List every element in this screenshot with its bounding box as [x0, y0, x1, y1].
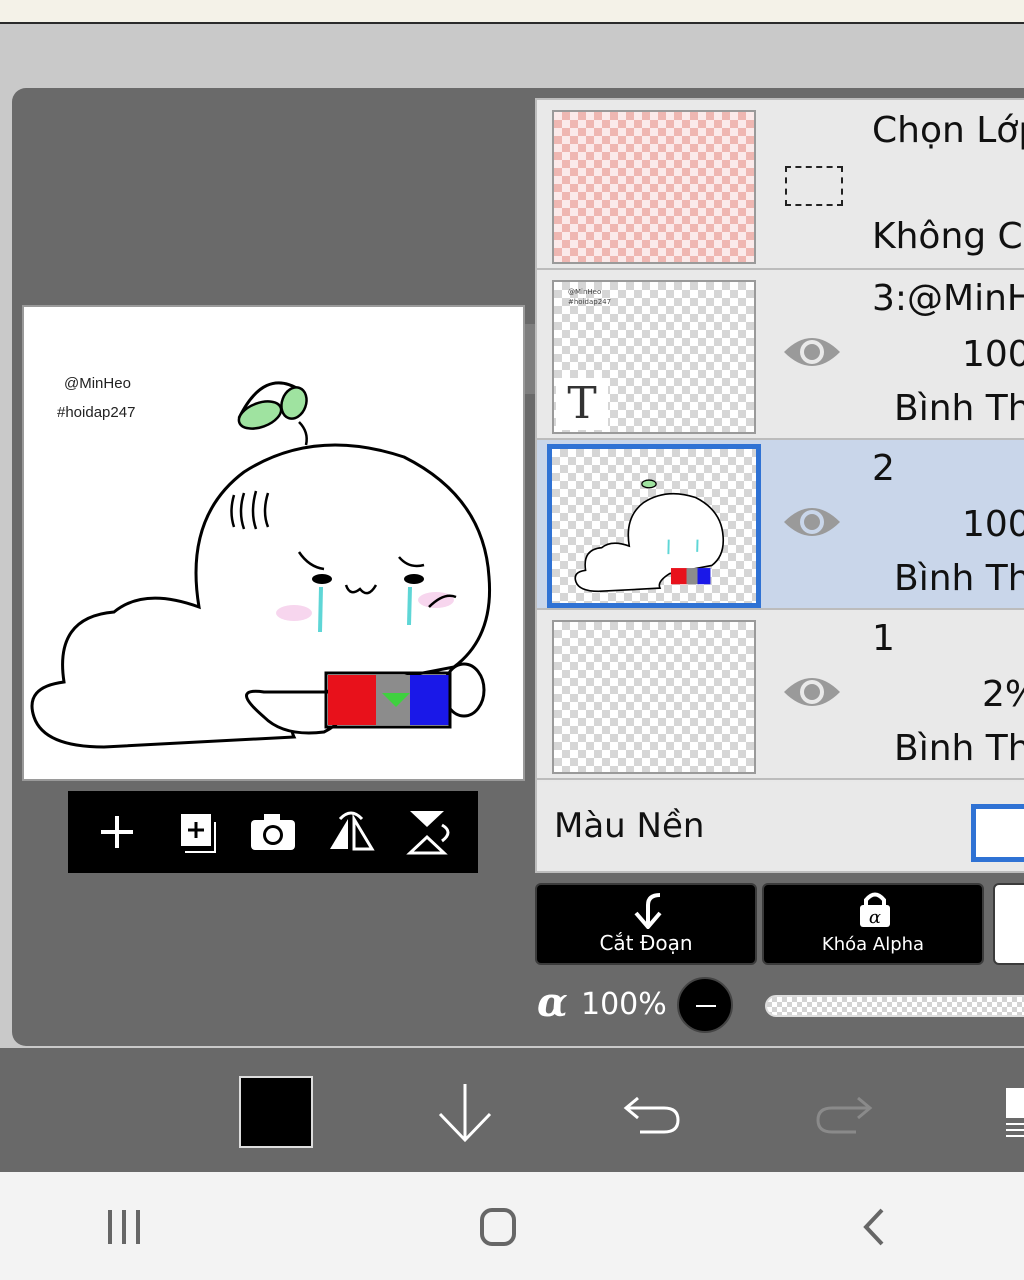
svg-text:α: α: [869, 907, 881, 928]
layers-icon[interactable]: [1002, 1084, 1024, 1140]
plus-icon[interactable]: [87, 802, 147, 862]
top-status-strip: [0, 0, 1024, 24]
alpha-lock-button[interactable]: α Khóa Alpha: [762, 883, 984, 965]
undo-icon[interactable]: [618, 1080, 688, 1144]
canvas-preview[interactable]: @MinHeo #hoidap247: [22, 305, 525, 781]
lock-icon: α: [860, 892, 890, 928]
layer-thumbnail: @MinHeo #hoidap247 T: [552, 280, 756, 434]
clipping-button[interactable]: Cắt Đoạn: [535, 883, 757, 965]
background-color-row[interactable]: Màu Nền: [537, 782, 1024, 871]
layer-blend-mode: Bình Thường: [894, 388, 1024, 429]
add-layer-icon[interactable]: [165, 802, 225, 862]
visibility-eye-icon[interactable]: [782, 670, 842, 714]
layer-opacity: 100%: [962, 504, 1024, 545]
layer-panel: Chọn Lớp Không Có @MinHeo #hoidap247 T 3…: [535, 98, 1024, 873]
opacity-slider[interactable]: [765, 995, 1024, 1017]
layer-name: 1: [872, 618, 895, 659]
selection-thumbnail: [552, 110, 756, 264]
back-icon[interactable]: [844, 1202, 904, 1252]
background-color-label: Màu Nền: [554, 806, 705, 846]
background-color-swatch[interactable]: [971, 804, 1024, 862]
layer-row-1[interactable]: 1 2% Bình Thường: [537, 610, 1024, 780]
layer-name: 3:@MinHeo: [872, 278, 1024, 319]
opacity-control: α 100%: [535, 975, 1024, 1035]
visibility-eye-icon[interactable]: [782, 330, 842, 374]
text-layer-icon: T: [556, 378, 608, 430]
layer-row-2[interactable]: 2 100% Bình Thường: [537, 440, 1024, 610]
bottom-toolbar: [0, 1048, 1024, 1172]
redo-icon[interactable]: [808, 1080, 878, 1144]
character-drawing: [30, 381, 492, 749]
more-action-button[interactable]: [993, 883, 1024, 965]
selection-marquee-icon: [785, 166, 843, 206]
layer-2-drawing: [574, 479, 725, 593]
alpha-symbol: α: [537, 979, 568, 1026]
alpha-lock-label: Khóa Alpha: [821, 934, 925, 955]
preview-toolbar: [68, 791, 478, 873]
opacity-value: 100%: [581, 987, 667, 1022]
home-icon[interactable]: [468, 1202, 528, 1252]
clipping-label: Cắt Đoạn: [599, 931, 693, 955]
layer-thumbnail: [552, 620, 756, 774]
selection-layer-subtitle: Không Có: [872, 216, 1024, 257]
thumb-text-line1: @MinHeo: [568, 288, 602, 296]
layer-opacity: 2%: [982, 674, 1024, 715]
visibility-eye-icon[interactable]: [782, 500, 842, 544]
flip-vertical-icon[interactable]: [399, 802, 459, 862]
recent-apps-icon[interactable]: [94, 1202, 154, 1252]
thumb-text-line2: #hoidap247: [568, 298, 612, 306]
selection-layer-title: Chọn Lớp: [872, 110, 1024, 151]
selection-layer-row[interactable]: Chọn Lớp Không Có: [537, 100, 1024, 270]
system-navigation-bar: [0, 1172, 1024, 1280]
decrease-opacity-button[interactable]: [677, 977, 733, 1033]
layer-blend-mode: Bình Thường: [894, 728, 1024, 769]
layer-opacity: 100%: [962, 334, 1024, 375]
download-arrow-icon[interactable]: [430, 1080, 500, 1144]
layer-name: 2: [872, 448, 895, 489]
layer-thumbnail: [547, 444, 761, 608]
layer-blend-mode: Bình Thường: [894, 558, 1024, 599]
color-swatch[interactable]: [239, 1076, 313, 1148]
layer-row-3[interactable]: @MinHeo #hoidap247 T 3:@MinHeo 100% Bình…: [537, 270, 1024, 440]
clipping-arrow-icon: [634, 893, 662, 929]
camera-icon[interactable]: [243, 802, 303, 862]
flip-horizontal-icon[interactable]: [321, 802, 381, 862]
